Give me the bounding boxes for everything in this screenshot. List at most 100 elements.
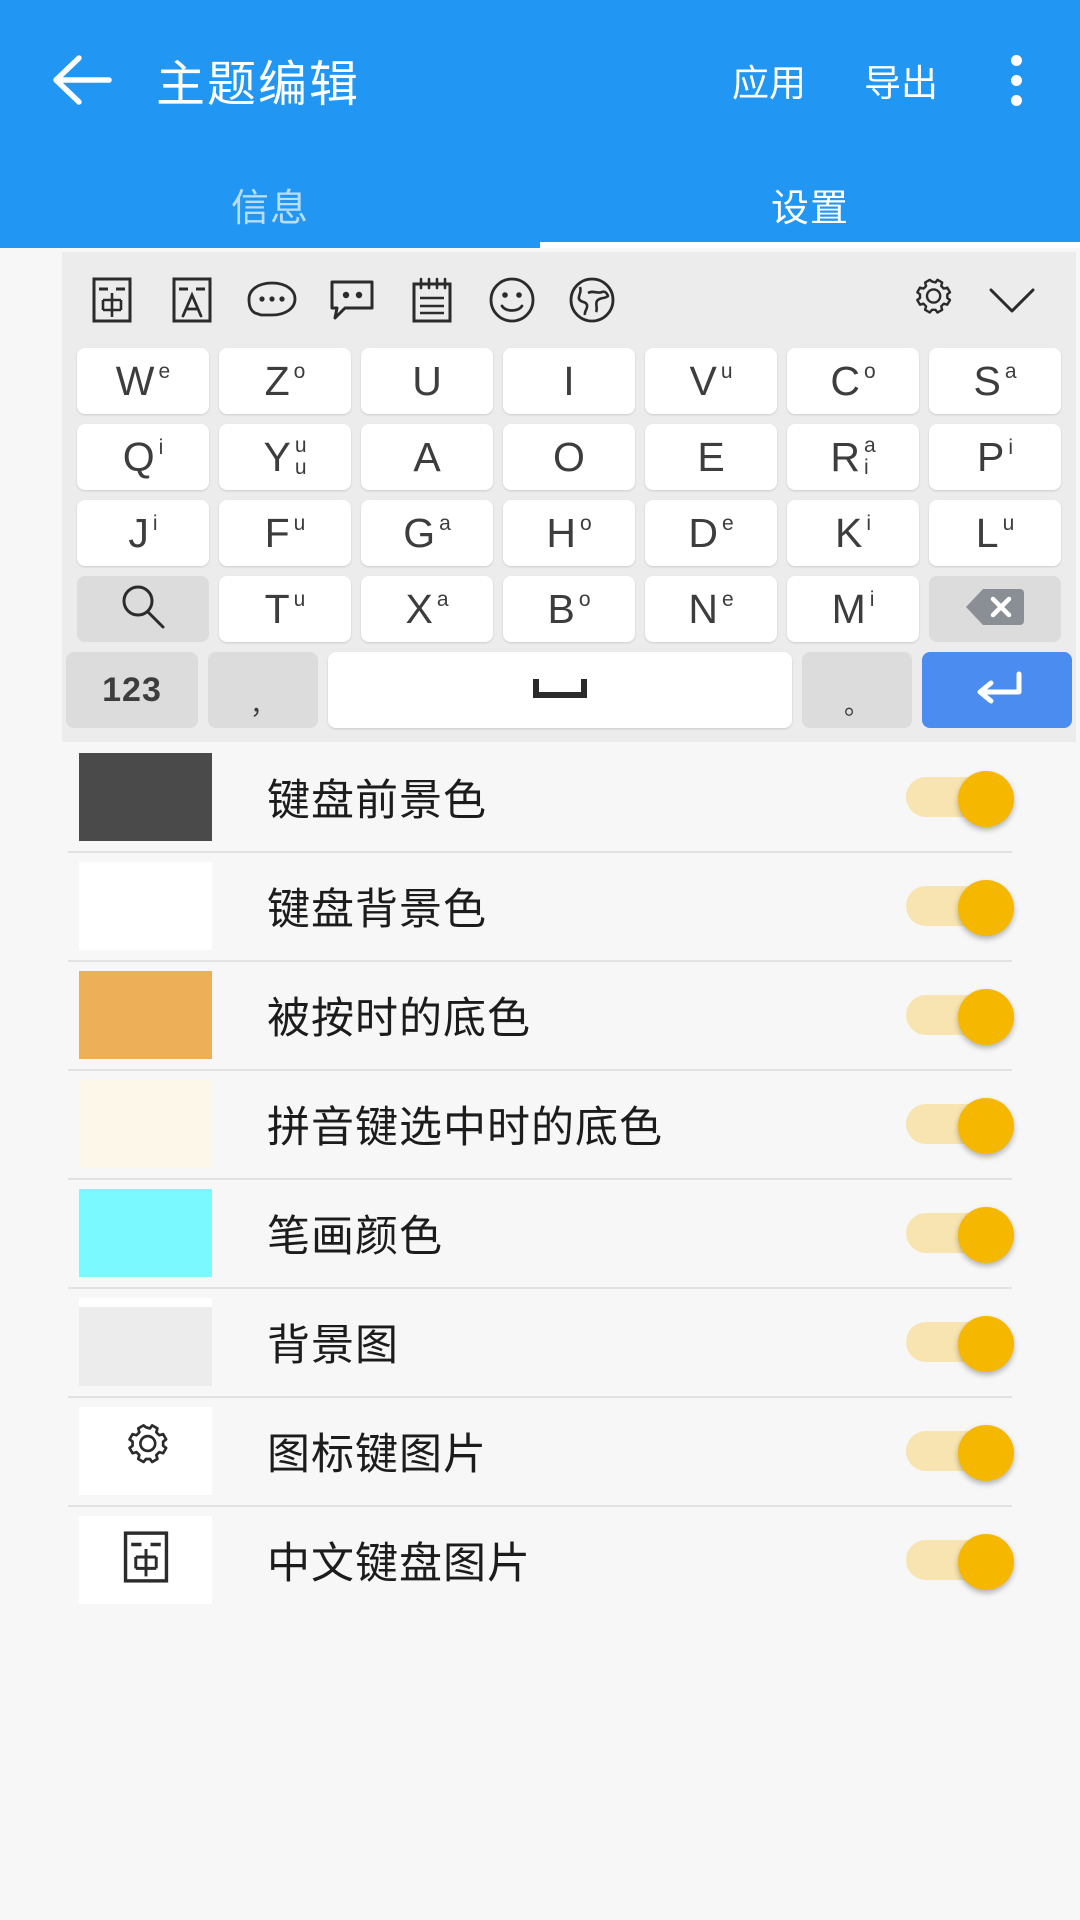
key-main-label: Q: [122, 433, 155, 480]
key-letter[interactable]: Vu: [645, 348, 777, 414]
key-search[interactable]: [77, 576, 209, 642]
gear-icon[interactable]: [896, 264, 968, 336]
background-image-swatch[interactable]: [79, 1297, 212, 1386]
export-button[interactable]: 导出: [852, 37, 950, 123]
settings-row-toggle[interactable]: [906, 988, 1014, 1045]
key-enter[interactable]: [922, 652, 1072, 728]
key-superscripts: a: [1004, 359, 1017, 383]
tab-settings[interactable]: 设置: [540, 160, 1080, 248]
settings-row[interactable]: 图标键图片: [0, 1396, 1080, 1505]
color-swatch[interactable]: [79, 752, 212, 841]
key-superscripts: o: [579, 588, 591, 611]
key-letter[interactable]: Ho: [503, 500, 635, 566]
key-letter[interactable]: Zo: [219, 348, 351, 414]
more-vertical-icon[interactable]: [968, 25, 1064, 135]
key-letter[interactable]: De: [645, 500, 777, 566]
clipboard-notes-icon[interactable]: [396, 264, 468, 336]
key-letter[interactable]: Fu: [219, 500, 351, 566]
key-letter[interactable]: Co: [787, 348, 919, 414]
key-comma[interactable]: ，: [208, 652, 318, 728]
toggle-thumb: [958, 988, 1014, 1045]
color-swatch[interactable]: [79, 861, 212, 950]
backspace-icon: [964, 585, 1026, 634]
key-letter[interactable]: Xa: [361, 576, 493, 642]
settings-row-toggle[interactable]: [906, 1206, 1014, 1263]
key-letter[interactable]: Ne: [645, 576, 777, 642]
app-bar-top: 主题编辑 应用 导出: [0, 0, 1080, 160]
key-letter[interactable]: U: [361, 348, 493, 414]
keyboard-preview: WeZoUIVuCoSaQiYuuAOERaiPiJiFuGaHoDeKiLuT…: [62, 252, 1076, 742]
key-main-label: M: [831, 585, 866, 632]
chat-bubble-eyes-icon[interactable]: [316, 264, 388, 336]
key-letter[interactable]: I: [503, 348, 635, 414]
key-letter[interactable]: Ji: [77, 500, 209, 566]
color-swatch[interactable]: [79, 970, 212, 1059]
space-bar-icon: [532, 675, 588, 706]
key-letter[interactable]: Pi: [929, 424, 1061, 490]
settings-row[interactable]: 键盘前景色: [0, 742, 1080, 851]
key-main-label: J: [128, 509, 149, 556]
back-button[interactable]: [22, 20, 142, 140]
app-bar: 主题编辑 应用 导出 信息 设置: [0, 0, 1080, 248]
key-letter[interactable]: Qi: [77, 424, 209, 490]
latin-input-box-icon[interactable]: [156, 264, 228, 336]
key-letter[interactable]: Ga: [361, 500, 493, 566]
speech-bubble-dots-icon[interactable]: [236, 264, 308, 336]
settings-row[interactable]: 被按时的底色: [0, 960, 1080, 1069]
key-superscripts: i: [1008, 436, 1013, 459]
settings-row-label: 中文键盘图片: [267, 1539, 531, 1588]
toggle-thumb: [958, 1206, 1014, 1263]
key-letter[interactable]: Ki: [787, 500, 919, 566]
key-backspace[interactable]: [929, 576, 1061, 642]
key-sup-label: u: [294, 433, 307, 457]
key-letter[interactable]: O: [503, 424, 635, 490]
keyboard-row: WeZoUIVuCoSa: [62, 348, 1076, 414]
settings-row-toggle[interactable]: [906, 1533, 1014, 1590]
settings-row-toggle[interactable]: [906, 1315, 1014, 1372]
key-superscripts: o: [580, 512, 592, 535]
tab-info[interactable]: 信息: [0, 160, 540, 248]
key-letter[interactable]: A: [361, 424, 493, 490]
color-swatch[interactable]: [79, 1188, 212, 1277]
key-main-label: W: [115, 357, 155, 404]
key-numeric-mode[interactable]: 123: [66, 652, 198, 728]
chinese-input-box-icon[interactable]: [76, 264, 148, 336]
key-sup-label: a: [1004, 359, 1017, 383]
key-letter[interactable]: Mi: [787, 576, 919, 642]
key-letter[interactable]: E: [645, 424, 777, 490]
key-main-label: F: [264, 509, 290, 556]
key-letter[interactable]: Lu: [929, 500, 1061, 566]
smiley-face-icon[interactable]: [476, 264, 548, 336]
key-letter[interactable]: We: [77, 348, 209, 414]
settings-row-toggle[interactable]: [906, 879, 1014, 936]
key-letter[interactable]: Sa: [929, 348, 1061, 414]
key-period[interactable]: 。: [802, 652, 912, 728]
settings-row[interactable]: 拼音键选中时的底色: [0, 1069, 1080, 1178]
key-sup-label: u: [293, 587, 306, 611]
key-letter[interactable]: Bo: [503, 576, 635, 642]
key-superscripts: i: [159, 436, 164, 459]
globe-icon[interactable]: [556, 264, 628, 336]
settings-row[interactable]: 中文键盘图片: [0, 1505, 1080, 1614]
key-letter[interactable]: Tu: [219, 576, 351, 642]
icon-key-image-swatch[interactable]: [79, 1406, 212, 1495]
settings-scroll-area[interactable]: WeZoUIVuCoSaQiYuuAOERaiPiJiFuGaHoDeKiLuT…: [0, 248, 1080, 1920]
color-swatch[interactable]: [79, 1079, 212, 1168]
settings-row[interactable]: 笔画颜色: [0, 1178, 1080, 1287]
settings-row-toggle[interactable]: [906, 770, 1014, 827]
settings-row[interactable]: 背景图: [0, 1287, 1080, 1396]
apply-button[interactable]: 应用: [720, 37, 818, 123]
toggle-thumb: [958, 770, 1014, 827]
settings-row-toggle[interactable]: [906, 1424, 1014, 1481]
app-bar-actions: 应用 导出: [720, 0, 1080, 160]
key-letter[interactable]: Yuu: [219, 424, 351, 490]
chinese-keyboard-image-swatch[interactable]: [79, 1515, 212, 1604]
key-sup-label: o: [863, 359, 876, 383]
key-letter[interactable]: Rai: [787, 424, 919, 490]
key-space[interactable]: [328, 652, 792, 728]
chevron-down-icon[interactable]: [976, 264, 1048, 336]
settings-row-toggle[interactable]: [906, 1097, 1014, 1154]
key-main-label: V: [689, 357, 717, 404]
key-sup-label: a: [436, 587, 449, 611]
settings-row[interactable]: 键盘背景色: [0, 851, 1080, 960]
